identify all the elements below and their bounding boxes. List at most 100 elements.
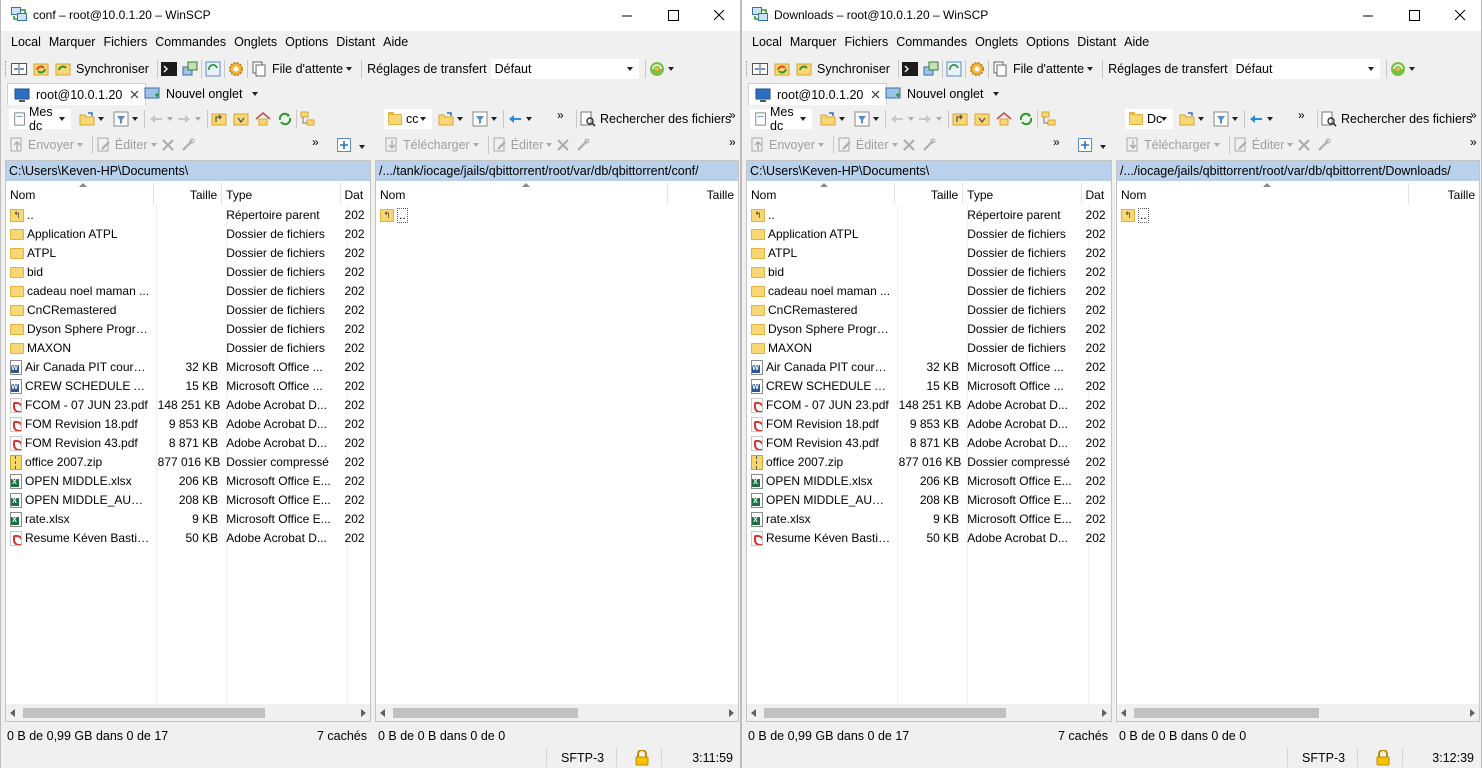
remote-file-overflow[interactable]: » bbox=[729, 135, 736, 149]
remote-horizontal-scrollbar[interactable] bbox=[376, 704, 738, 721]
forward-arrow-icon[interactable] bbox=[176, 111, 192, 127]
table-row[interactable]: Dyson Sphere Program Dossier de fichiers 2… bbox=[747, 320, 1111, 339]
menu-aide[interactable]: Aide bbox=[1120, 33, 1153, 53]
filter-icon[interactable] bbox=[854, 111, 870, 127]
local-file-panel[interactable]: C:\Users\Keven-HP\Documents\ Nom Taille … bbox=[5, 160, 371, 722]
edit-icon[interactable] bbox=[837, 137, 853, 153]
table-row[interactable]: FOM Revision 18.pdf 9 853 KB Adobe Acrobat… bbox=[747, 415, 1111, 434]
find-files-button[interactable]: Rechercher des fichiers bbox=[600, 112, 731, 126]
queue-icon[interactable] bbox=[992, 61, 1008, 77]
local-toolbar-overflow[interactable]: » bbox=[1053, 135, 1060, 149]
local-dir-select[interactable]: Mes dc bbox=[750, 105, 812, 133]
menu-local[interactable]: Local bbox=[7, 33, 45, 53]
menu-onglets[interactable]: Onglets bbox=[230, 33, 281, 53]
tab-new[interactable]: Nouvel onglet bbox=[138, 83, 267, 105]
menu-options[interactable]: Options bbox=[1022, 33, 1073, 53]
new-icon[interactable] bbox=[1078, 138, 1092, 152]
remote-find-overflow[interactable]: » bbox=[1470, 108, 1477, 122]
queue-icon[interactable] bbox=[251, 61, 267, 77]
send-icon[interactable] bbox=[750, 137, 766, 153]
refresh-icon[interactable] bbox=[277, 111, 293, 127]
console-icon[interactable] bbox=[901, 61, 918, 77]
menu-local[interactable]: Local bbox=[748, 33, 786, 53]
new-tab-dropdown-icon[interactable] bbox=[993, 92, 1000, 96]
scroll-right-icon[interactable] bbox=[729, 709, 734, 717]
table-row[interactable]: CREW SCHEDULE AN... 15 KB Microsoft Office… bbox=[6, 377, 370, 396]
menu-commandes[interactable]: Commandes bbox=[151, 33, 230, 53]
filter-icon[interactable] bbox=[472, 111, 488, 127]
transfer-settings-dropdown-icon[interactable] bbox=[1408, 67, 1415, 71]
scroll-left-icon[interactable] bbox=[380, 709, 385, 717]
column-type[interactable]: Type bbox=[963, 183, 1082, 205]
back-arrow-icon[interactable] bbox=[1248, 111, 1264, 127]
encryption-status[interactable] bbox=[1357, 748, 1402, 767]
hidden-files-count[interactable]: 7 cachés bbox=[1058, 729, 1112, 743]
transfer-settings-select[interactable]: Défaut bbox=[490, 59, 639, 79]
delete-icon[interactable] bbox=[555, 137, 571, 153]
menu-onglets[interactable]: Onglets bbox=[971, 33, 1022, 53]
minimize-button[interactable] bbox=[1345, 0, 1391, 31]
scroll-thumb[interactable] bbox=[1134, 708, 1319, 718]
table-row[interactable]: FCOM - 07 JUN 23.pdf 148 251 KB Adobe Acro… bbox=[6, 396, 370, 415]
root-dir-icon[interactable] bbox=[974, 111, 990, 127]
close-button[interactable] bbox=[696, 0, 740, 31]
compare-icon[interactable] bbox=[752, 61, 768, 77]
tab-session[interactable]: root@10.0.1.20 bbox=[7, 83, 147, 105]
send-button[interactable]: Envoyer bbox=[28, 138, 74, 152]
maximize-button[interactable] bbox=[650, 0, 696, 31]
forward-arrow-icon[interactable] bbox=[917, 111, 933, 127]
root-dir-icon[interactable] bbox=[233, 111, 249, 127]
synchronize-icon[interactable] bbox=[796, 61, 812, 77]
encryption-status[interactable] bbox=[616, 748, 661, 767]
find-files-button[interactable]: Rechercher des fichiers bbox=[1341, 112, 1472, 126]
remote-file-panel[interactable]: /.../iocage/jails/qbittorrent/root/var/d… bbox=[1116, 160, 1480, 722]
table-row[interactable]: Air Canada PIT course... 32 KB Microsoft O… bbox=[747, 358, 1111, 377]
scroll-left-icon[interactable] bbox=[1121, 709, 1126, 717]
send-icon[interactable] bbox=[9, 137, 25, 153]
scroll-right-icon[interactable] bbox=[361, 709, 366, 717]
synchronize-button[interactable]: Synchroniser bbox=[76, 62, 149, 76]
table-row[interactable]: cadeau noel maman ... Dossier de fichiers… bbox=[747, 282, 1111, 301]
remote-find-overflow[interactable]: » bbox=[729, 108, 736, 122]
column-size[interactable]: Taille bbox=[154, 183, 223, 205]
tab-new[interactable]: Nouvel onglet bbox=[879, 83, 1008, 105]
column-name[interactable]: Nom bbox=[1117, 183, 1410, 205]
edit-icon[interactable] bbox=[96, 137, 112, 153]
table-row[interactable]: office 2007.zip 877 016 KB Dossier compres… bbox=[747, 453, 1111, 472]
table-row[interactable]: FOM Revision 18.pdf 9 853 KB Adobe Acrobat… bbox=[6, 415, 370, 434]
delete-icon[interactable] bbox=[1296, 137, 1312, 153]
table-row[interactable]: Resume Kéven Bastie... 50 KB Adobe Acrobat… bbox=[6, 529, 370, 548]
table-row[interactable]: MAXON Dossier de fichiers 202 bbox=[747, 339, 1111, 358]
refresh-icon[interactable] bbox=[205, 61, 221, 77]
menu-fichiers[interactable]: Fichiers bbox=[99, 33, 151, 53]
compare-icon[interactable] bbox=[11, 61, 27, 77]
delete-icon[interactable] bbox=[160, 137, 176, 153]
remote-toolbar-overflow[interactable]: » bbox=[557, 108, 564, 122]
column-name[interactable]: Nom bbox=[747, 183, 895, 205]
gear-icon[interactable] bbox=[969, 61, 985, 77]
menu-marquer[interactable]: Marquer bbox=[45, 33, 100, 53]
home-icon[interactable] bbox=[996, 111, 1012, 127]
table-row[interactable]: FOM Revision 43.pdf 8 871 KB Adobe Acrobat… bbox=[747, 434, 1111, 453]
delete-icon[interactable] bbox=[901, 137, 917, 153]
home-icon[interactable] bbox=[255, 111, 271, 127]
remote-horizontal-scrollbar[interactable] bbox=[1117, 704, 1479, 721]
synchronize-icon[interactable] bbox=[33, 61, 49, 77]
column-date[interactable]: Dat bbox=[341, 183, 370, 205]
new-tab-dropdown-icon[interactable] bbox=[252, 92, 259, 96]
local-horizontal-scrollbar[interactable] bbox=[6, 704, 370, 721]
remote-file-panel[interactable]: /.../tank/iocage/jails/qbittorrent/root/… bbox=[375, 160, 739, 722]
table-row[interactable]: MAXON Dossier de fichiers 202 bbox=[6, 339, 370, 358]
table-row[interactable]: ATPL Dossier de fichiers 202 bbox=[747, 244, 1111, 263]
local-toolbar-overflow[interactable]: » bbox=[312, 135, 319, 149]
scroll-thumb[interactable] bbox=[23, 708, 265, 718]
table-row[interactable]: ↰.. Répertoire parent 202 bbox=[6, 206, 370, 225]
open-folder-icon[interactable] bbox=[79, 111, 95, 127]
queue-dropdown-icon[interactable] bbox=[1087, 67, 1094, 71]
refresh-icon[interactable] bbox=[1018, 111, 1034, 127]
putty-icon[interactable] bbox=[923, 61, 939, 77]
remote-dir-select[interactable]: Dc bbox=[1125, 109, 1173, 129]
menu-commandes[interactable]: Commandes bbox=[892, 33, 971, 53]
column-size[interactable]: Taille bbox=[668, 183, 738, 205]
scroll-thumb[interactable] bbox=[764, 708, 1006, 718]
